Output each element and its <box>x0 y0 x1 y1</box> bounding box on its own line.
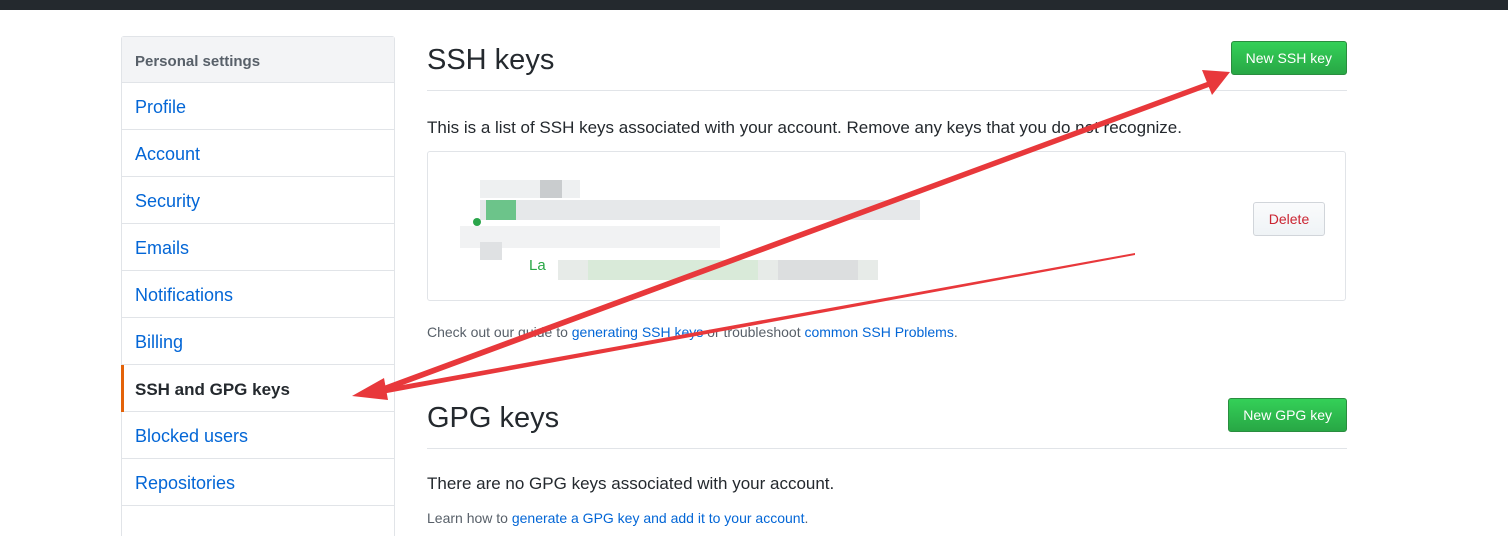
gpg-empty-text: There are no GPG keys associated with yo… <box>427 474 835 493</box>
sidebar-item-account[interactable]: Account <box>122 130 394 177</box>
new-gpg-key-button[interactable]: New GPG key <box>1228 398 1347 432</box>
sidebar-item-profile[interactable]: Profile <box>122 83 394 130</box>
ssh-intro-text: This is a list of SSH keys associated wi… <box>427 118 1182 137</box>
learn-suffix: . <box>804 510 809 526</box>
gpg-section: GPG keys New GPG key <box>427 394 1347 449</box>
gpg-learn-text: Learn how to generate a GPG key and add … <box>427 510 808 526</box>
ssh-guide-text: Check out our guide to generating SSH ke… <box>427 324 958 340</box>
delete-key-button[interactable]: Delete <box>1253 202 1325 236</box>
sidebar-item-emails[interactable]: Emails <box>122 224 394 271</box>
generating-ssh-keys-link[interactable]: generating SSH keys <box>572 324 704 340</box>
guide-middle: or troubleshoot <box>703 324 805 340</box>
gpg-section-header: GPG keys New GPG key <box>427 394 1347 449</box>
sidebar-item-blocked-users[interactable]: Blocked users <box>122 412 394 459</box>
main-content: SSH keys New SSH key This is a list of S… <box>427 36 1347 526</box>
sidebar-item-repositories[interactable]: Repositories <box>122 459 394 506</box>
generate-gpg-key-link[interactable]: generate a GPG key and add it to your ac… <box>512 510 805 526</box>
guide-suffix: . <box>953 324 958 340</box>
guide-prefix: Check out our guide to <box>427 324 572 340</box>
sidebar-item-billing[interactable]: Billing <box>122 318 394 365</box>
sidebar-item-security[interactable]: Security <box>122 177 394 224</box>
gpg-keys-title: GPG keys <box>427 402 560 434</box>
key-last-used-label: La <box>529 257 546 274</box>
learn-prefix: Learn how to <box>427 510 512 526</box>
top-bar <box>0 0 1508 10</box>
common-ssh-problems-link[interactable]: common SSH Problems <box>804 324 953 340</box>
sidebar-item-notifications[interactable]: Notifications <box>122 271 394 318</box>
ssh-keys-title: SSH keys <box>427 44 555 76</box>
new-ssh-key-button[interactable]: New SSH key <box>1230 41 1347 75</box>
sidebar-item-ssh-gpg-keys[interactable]: SSH and GPG keys <box>121 365 394 412</box>
sidebar-header: Personal settings <box>122 37 394 83</box>
ssh-section-header: SSH keys New SSH key <box>427 36 1347 91</box>
settings-sidebar: Personal settings Profile Account Securi… <box>121 36 395 536</box>
ssh-key-item: La Delete <box>427 151 1346 301</box>
